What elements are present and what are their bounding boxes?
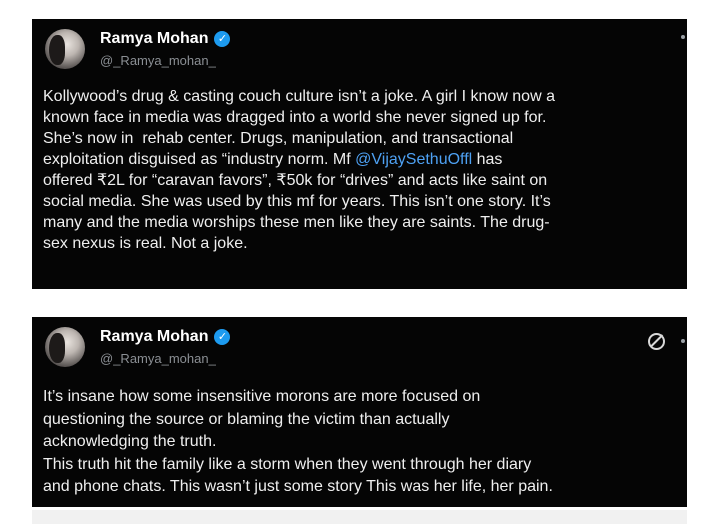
tweet-line: questioning the source or blaming the vi… [43, 410, 450, 428]
tweet-line: Kollywood’s drug & casting couch culture… [43, 88, 555, 105]
tweet-line: It’s insane how some insensitive morons … [43, 388, 481, 405]
tweet-line: has [472, 151, 503, 168]
author-name[interactable]: Ramya Mohan [100, 328, 208, 346]
author-row: Ramya Mohan ✓ [100, 30, 231, 48]
tweet-text: Kollywood’s drug & casting couch culture… [43, 86, 555, 254]
author-row: Ramya Mohan ✓ [100, 328, 231, 346]
more-options-icon[interactable] [681, 35, 685, 39]
grok-icon[interactable] [648, 333, 665, 350]
tweet-line: many and the media worships these men li… [43, 214, 550, 231]
tweet-line: exploitation disguised as “industry norm… [43, 151, 356, 168]
author-name[interactable]: Ramya Mohan [100, 30, 208, 48]
avatar[interactable] [45, 327, 85, 367]
page-footer-strip [32, 510, 687, 524]
mention-link[interactable]: @VijaySethuOffl [355, 151, 472, 168]
tweet-line: This truth hit the family like a storm w… [43, 455, 532, 473]
tweet-line: offered ₹2L for “caravan favors”, ₹50k f… [43, 172, 548, 189]
author-handle[interactable]: @_Ramya_mohan_ [100, 351, 216, 366]
tweet-line: She’s now in rehab center. Drugs, manipu… [43, 130, 514, 147]
tweet-line: sex nexus is real. Not a joke. [43, 235, 248, 252]
tweet-text: It’s insane how some insensitive morons … [43, 386, 553, 499]
tweet-line: and phone chats. This wasn’t just some s… [43, 478, 553, 495]
tweet-card[interactable]: Ramya Mohan ✓ @_Ramya_mohan_ Kollywood’s… [32, 19, 687, 289]
tweet-card[interactable]: Ramya Mohan ✓ @_Ramya_mohan_ It’s insane… [32, 317, 687, 507]
verified-badge-icon: ✓ [214, 31, 231, 47]
tweet-line: social media. She was used by this mf fo… [43, 193, 551, 210]
more-options-icon[interactable] [681, 339, 685, 343]
tweet-line: acknowledging the truth. [43, 433, 217, 450]
verified-badge-icon: ✓ [214, 329, 231, 345]
tweet-line: known face in media was dragged into a w… [43, 109, 547, 126]
avatar[interactable] [45, 29, 85, 69]
author-handle[interactable]: @_Ramya_mohan_ [100, 53, 216, 68]
